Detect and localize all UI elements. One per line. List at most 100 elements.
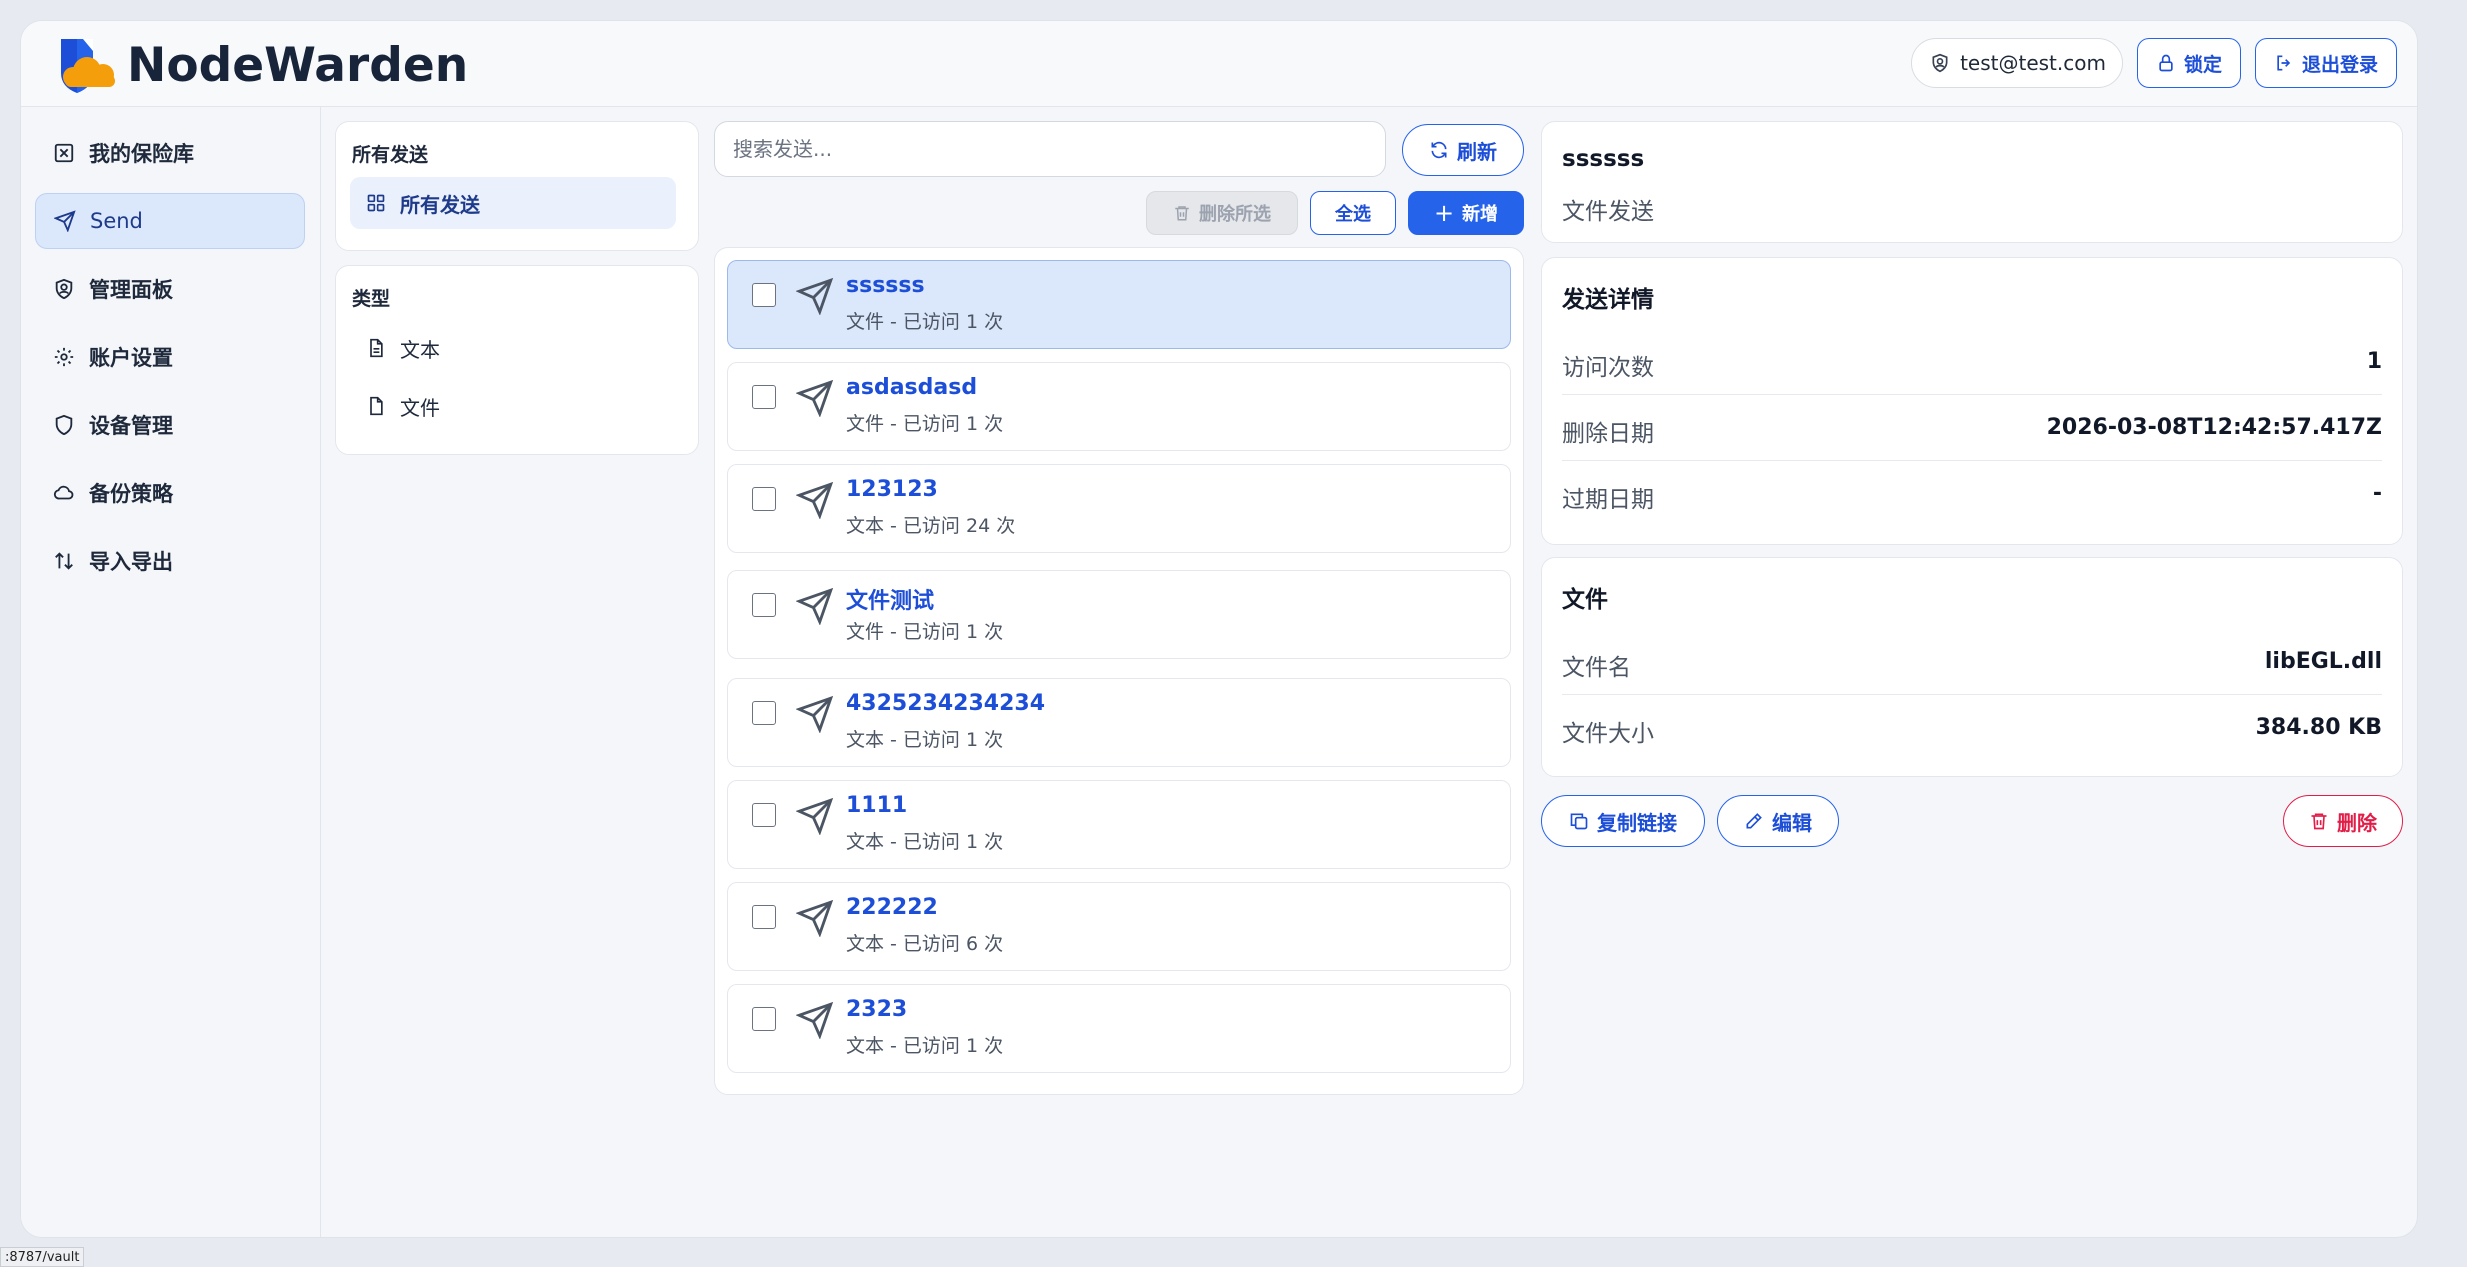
file-name-value: libEGL.dll xyxy=(2264,649,2382,674)
new-label: 新增 xyxy=(1462,204,1499,225)
row-checkbox[interactable] xyxy=(752,593,776,617)
sidebar-item-send[interactable]: Send xyxy=(35,193,305,249)
filter-all-sends[interactable]: 所有发送 xyxy=(350,177,676,229)
send-row[interactable]: 2323 文本 - 已访问 1 次 xyxy=(727,984,1511,1073)
divider xyxy=(1562,394,2382,395)
app-logo[interactable]: NodeWarden xyxy=(47,33,468,97)
send-row[interactable]: 222222 文本 - 已访问 6 次 xyxy=(727,882,1511,971)
sidebar-item-label: Send xyxy=(90,209,143,233)
row-checkbox[interactable] xyxy=(752,803,776,827)
copy-icon xyxy=(1570,813,1588,830)
select-all-button[interactable]: 全选 xyxy=(1310,191,1396,235)
send-row[interactable]: 1111 文本 - 已访问 1 次 xyxy=(727,780,1511,869)
refresh-label: 刷新 xyxy=(1457,139,1497,164)
select-all-label: 全选 xyxy=(1335,204,1371,225)
send-icon xyxy=(796,797,834,835)
filter-label: 文件 xyxy=(400,395,440,420)
filter-type-text[interactable]: 文本 xyxy=(350,322,676,374)
type-filter-panel: 类型 文本 文件 xyxy=(335,265,699,455)
detail-send-kind: 文件发送 xyxy=(1562,199,1654,225)
lock-icon xyxy=(2159,54,2173,72)
send-name: ssssss xyxy=(846,273,925,298)
deletion-date-value: 2026-03-08T12:42:57.417Z xyxy=(2046,415,2382,440)
shield-icon xyxy=(55,414,73,436)
logout-icon xyxy=(2277,55,2291,71)
row-checkbox[interactable] xyxy=(752,1007,776,1031)
send-name: 4325234234234 xyxy=(846,691,1045,716)
send-row[interactable]: 123123 文本 - 已访问 24 次 xyxy=(727,464,1511,553)
sidebar-item-label: 账户设置 xyxy=(89,346,173,370)
detail-send-name: ssssss xyxy=(1562,146,1645,172)
file-name-label: 文件名 xyxy=(1562,655,1631,681)
text-file-icon xyxy=(370,338,383,358)
file-size-label: 文件大小 xyxy=(1562,721,1654,747)
app-name: NodeWarden xyxy=(127,37,469,93)
send-icon xyxy=(796,695,834,733)
send-meta: 文本 - 已访问 1 次 xyxy=(846,729,1004,751)
shield-user-icon xyxy=(55,278,73,300)
filter-label: 所有发送 xyxy=(400,192,480,217)
send-meta: 文本 - 已访问 1 次 xyxy=(846,1035,1004,1057)
arrows-up-down-icon xyxy=(55,552,73,570)
cloud-icon xyxy=(53,485,74,500)
send-row[interactable]: 文件测试 文件 - 已访问 1 次 xyxy=(727,570,1511,659)
copy-link-label: 复制链接 xyxy=(1597,810,1677,835)
send-list-panel: ssssss 文件 - 已访问 1 次 asdasdasd 文件 - 已访问 1… xyxy=(714,247,1524,1095)
send-icon xyxy=(796,277,834,315)
refresh-button[interactable]: 刷新 xyxy=(1402,124,1524,176)
send-name: 1111 xyxy=(846,793,908,818)
all-sends-filter-panel: 所有发送 所有发送 xyxy=(335,121,699,251)
search-input[interactable] xyxy=(714,121,1386,177)
row-checkbox[interactable] xyxy=(752,701,776,725)
copy-link-button[interactable]: 复制链接 xyxy=(1541,795,1705,847)
sidebar-item-admin[interactable]: 管理面板 xyxy=(35,261,305,317)
lock-button[interactable]: 锁定 xyxy=(2136,38,2241,88)
send-name: 文件测试 xyxy=(846,589,935,614)
sidebar: 我的保险库 Send 管理面板 账户设置 设备管理 备份策略 导入导出 xyxy=(21,107,321,1237)
refresh-icon xyxy=(1431,141,1447,159)
lock-label: 锁定 xyxy=(2183,53,2222,76)
send-meta: 文件 - 已访问 1 次 xyxy=(846,621,1004,643)
filter-type-file[interactable]: 文件 xyxy=(350,380,676,432)
row-checkbox[interactable] xyxy=(752,905,776,929)
user-email-chip[interactable]: test@test.com xyxy=(1911,38,2123,88)
sidebar-item-account-settings[interactable]: 账户设置 xyxy=(35,329,305,385)
send-icon xyxy=(796,587,834,625)
send-header-card: ssssss 文件发送 xyxy=(1541,121,2403,243)
edit-button[interactable]: 编辑 xyxy=(1717,795,1839,847)
send-row[interactable]: ssssss 文件 - 已访问 1 次 xyxy=(727,260,1511,349)
filter-label: 文本 xyxy=(400,337,440,362)
delete-send-button[interactable]: 删除 xyxy=(2283,795,2403,847)
send-icon xyxy=(796,379,834,417)
top-bar: NodeWarden test@test.com 锁定 退出登录 xyxy=(21,21,2417,107)
trash-icon xyxy=(2311,813,2327,830)
trash-icon xyxy=(1175,206,1189,221)
new-send-button[interactable]: + 新增 xyxy=(1408,191,1524,235)
sidebar-item-label: 设备管理 xyxy=(89,414,173,438)
row-checkbox[interactable] xyxy=(752,283,776,307)
gear-icon xyxy=(54,347,74,367)
row-checkbox[interactable] xyxy=(752,487,776,511)
logout-button[interactable]: 退出登录 xyxy=(2254,38,2397,88)
delete-selected-button[interactable]: 删除所选 xyxy=(1146,191,1298,235)
divider xyxy=(1562,460,2382,461)
expiration-date-label: 过期日期 xyxy=(1562,487,1654,513)
sidebar-item-label: 备份策略 xyxy=(89,482,173,506)
sidebar-item-devices[interactable]: 设备管理 xyxy=(35,397,305,453)
send-details-heading: 发送详情 xyxy=(1562,287,1654,313)
access-count-value: 1 xyxy=(2366,349,2382,374)
sidebar-item-vault[interactable]: 我的保险库 xyxy=(35,125,305,181)
sidebar-item-label: 导入导出 xyxy=(89,550,173,574)
delete-label: 删除 xyxy=(2337,810,2377,835)
vault-icon xyxy=(54,143,74,163)
send-icon xyxy=(796,899,834,937)
send-row[interactable]: asdasdasd 文件 - 已访问 1 次 xyxy=(727,362,1511,451)
shield-user-icon xyxy=(1932,53,1948,73)
access-count-label: 访问次数 xyxy=(1562,355,1654,381)
sidebar-item-backup[interactable]: 备份策略 xyxy=(35,465,305,521)
send-row[interactable]: 4325234234234 文本 - 已访问 1 次 xyxy=(727,678,1511,767)
row-checkbox[interactable] xyxy=(752,385,776,409)
sidebar-item-import-export[interactable]: 导入导出 xyxy=(35,533,305,589)
plus-icon: + xyxy=(1433,199,1455,227)
send-name: 222222 xyxy=(846,895,938,920)
